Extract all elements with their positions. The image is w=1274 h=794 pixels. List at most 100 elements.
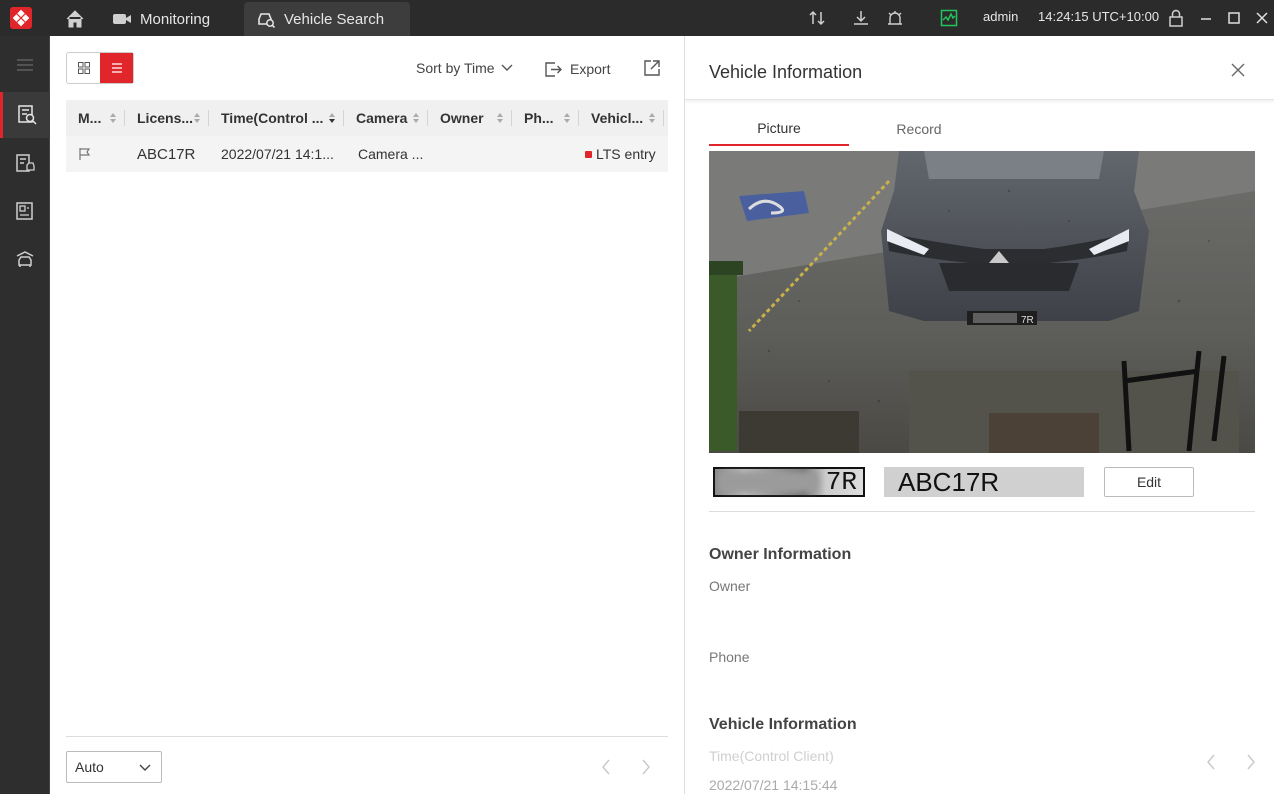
results-table: M... Licens... Time(Control ... Camera O…: [66, 100, 668, 172]
plate-number-field: ABC17R: [884, 467, 1084, 497]
column-header-time[interactable]: Time(Control ...: [209, 100, 344, 136]
page-size-select[interactable]: Auto: [66, 751, 162, 783]
time-value: 2022/07/21 14:15:44: [709, 777, 838, 793]
phone-cell: [512, 136, 579, 172]
page-size-value: Auto: [75, 759, 104, 775]
lock-icon: [1169, 9, 1183, 27]
vehicle-capture-image[interactable]: 7R: [709, 151, 1255, 453]
alarm-button[interactable]: [885, 8, 905, 28]
export-button[interactable]: Export: [544, 60, 610, 78]
tab-picture[interactable]: Picture: [709, 112, 849, 146]
owner-label: Owner: [709, 578, 751, 594]
sort-icon: [497, 113, 504, 123]
svg-text:7R: 7R: [1021, 315, 1034, 326]
maximize-icon: [1228, 12, 1240, 24]
column-header-license[interactable]: Licens...: [125, 100, 209, 136]
nav-picture-search[interactable]: [0, 188, 50, 234]
minimize-button[interactable]: [1196, 8, 1216, 28]
column-header-vehicle-list[interactable]: Vehicl...: [579, 100, 664, 136]
grid-icon: [77, 62, 90, 74]
list-icon: [111, 63, 122, 73]
column-header-mark[interactable]: M...: [66, 100, 125, 136]
column-header-camera[interactable]: Camera: [344, 100, 428, 136]
divider: [709, 511, 1255, 512]
transfer-button[interactable]: [807, 8, 827, 28]
mark-cell[interactable]: [66, 136, 125, 172]
plate-crop-image: 7R: [713, 467, 865, 497]
tab-label: Monitoring: [140, 10, 211, 28]
parking-icon: [16, 251, 34, 267]
chevron-right-icon: [1247, 754, 1255, 770]
nav-vehicle-list[interactable]: [0, 140, 50, 186]
user-name[interactable]: admin: [983, 9, 1018, 24]
home-button[interactable]: [64, 8, 88, 30]
lock-button[interactable]: [1166, 8, 1186, 28]
camera-cell: Camera ...: [358, 146, 424, 162]
chevron-right-icon: [642, 759, 650, 775]
table-row[interactable]: ABC17R 2022/07/21 14:1... Camera ... LTS…: [66, 136, 668, 172]
time-label: Time(Control Client): [709, 748, 834, 764]
license-cell: ABC17R: [137, 145, 196, 163]
tab-monitoring[interactable]: Monitoring: [100, 2, 240, 36]
chevron-left-icon: [1207, 754, 1215, 770]
grid-view-button[interactable]: [67, 53, 100, 83]
edit-plate-button[interactable]: Edit: [1104, 467, 1194, 497]
next-page-button[interactable]: [638, 757, 654, 777]
sort-icon: [564, 113, 571, 123]
previous-page-button[interactable]: [598, 757, 614, 777]
download-icon: [854, 11, 868, 25]
list-view-button[interactable]: [100, 53, 133, 83]
column-header-phone[interactable]: Ph...: [512, 100, 579, 136]
tab-record[interactable]: Record: [849, 112, 989, 146]
previous-record-button[interactable]: [1203, 752, 1219, 772]
vehicle-section-title: Vehicle Information: [709, 716, 857, 733]
left-nav: [0, 36, 50, 794]
tab-vehicle-search[interactable]: Vehicle Search: [244, 2, 410, 36]
sort-dropdown[interactable]: Sort by Time: [416, 60, 513, 76]
sort-label: Sort by Time: [416, 60, 495, 76]
chevron-down-icon: [501, 64, 513, 71]
owner-cell: [428, 136, 512, 172]
sort-icon: [110, 113, 117, 123]
chevron-left-icon: [602, 759, 610, 775]
car-search-icon: [258, 13, 276, 28]
nav-menu-toggle[interactable]: [0, 42, 50, 88]
panel-title: Vehicle Information: [709, 62, 863, 82]
nav-vehicle-search[interactable]: [0, 92, 50, 138]
external-link-icon: [644, 60, 660, 76]
close-icon: [1256, 12, 1268, 24]
app-logo: [10, 7, 32, 29]
alarm-icon: [888, 11, 902, 25]
health-monitor-icon: [940, 9, 958, 27]
download-button[interactable]: [851, 8, 871, 28]
nav-parking-lot[interactable]: [0, 236, 50, 282]
plate-crop-text: 7R: [825, 467, 857, 497]
health-monitor-button[interactable]: [939, 8, 959, 28]
next-record-button[interactable]: [1243, 752, 1259, 772]
table-footer: Auto: [66, 736, 668, 783]
phone-label: Phone: [709, 649, 750, 665]
plate-blur: [719, 472, 819, 492]
sort-icon: [194, 113, 201, 123]
clock-display: 14:24:15 UTC+10:00: [1038, 9, 1160, 24]
maximize-button[interactable]: [1224, 8, 1244, 28]
owner-section-title: Owner Information: [709, 546, 852, 563]
sort-icon: [649, 113, 656, 123]
table-header: M... Licens... Time(Control ... Camera O…: [66, 100, 668, 136]
title-bar: Monitoring Vehicle Search admin 14:24:15…: [0, 0, 1274, 36]
open-window-button[interactable]: [643, 59, 661, 80]
vehicle-list-label: LTS entry: [596, 146, 656, 162]
close-panel-button[interactable]: [1231, 63, 1247, 79]
flag-icon: [79, 148, 91, 160]
list-color-badge: [585, 150, 592, 158]
minimize-icon: [1201, 18, 1211, 20]
panel-header: Vehicle Information: [685, 36, 1274, 100]
column-header-owner[interactable]: Owner: [428, 100, 512, 136]
close-window-button[interactable]: [1252, 8, 1272, 28]
results-panel: Sort by Time Export M... Licens... Time(…: [50, 36, 684, 794]
vehicle-info-panel: Vehicle Information Picture Record 7R 7R…: [684, 36, 1274, 794]
export-icon: [545, 62, 562, 77]
menu-icon: [17, 59, 33, 71]
search-record-icon: [17, 105, 37, 125]
tab-label: Vehicle Search: [284, 10, 385, 28]
